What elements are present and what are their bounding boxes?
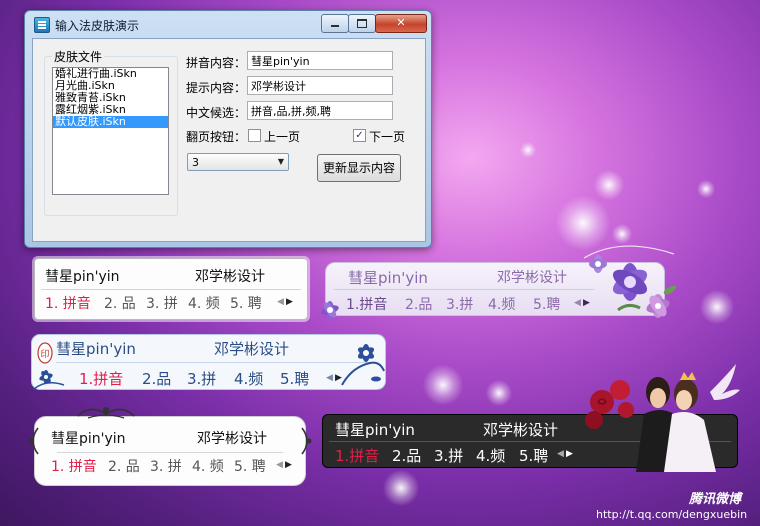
maximize-button[interactable]	[348, 14, 376, 33]
skin-file-group-label: 皮肤文件	[52, 48, 105, 65]
candidate-3[interactable]: 3. 拼	[146, 293, 178, 313]
next-page-checkbox[interactable]: ✓	[353, 129, 366, 142]
candidates-input[interactable]: 拼音,品,拼,频,聘	[247, 101, 393, 120]
divider	[56, 362, 375, 363]
hint-label: 提示内容：	[186, 81, 247, 95]
svg-text:印: 印	[40, 348, 49, 360]
next-page-arrow-icon[interactable]: ▶	[285, 460, 292, 470]
candidate-1[interactable]: 1.拼音	[79, 368, 123, 389]
url-watermark: http://t.qq.com/dengxuebin	[596, 508, 748, 521]
hint-input[interactable]: 邓学彬设计	[247, 76, 393, 95]
candidate-4[interactable]: 4.频	[476, 445, 505, 466]
pinyin-text: 彗星pin'yin	[45, 269, 120, 285]
divider	[334, 289, 594, 290]
page-size-select[interactable]: 3 ▼	[187, 153, 289, 171]
candidate-3[interactable]: 3.拼	[446, 294, 473, 314]
candidate-2[interactable]: 2.品	[142, 368, 171, 389]
bokeh-light	[697, 180, 715, 198]
candidate-1[interactable]: 1. 拼音	[45, 293, 91, 313]
bokeh-light	[594, 170, 624, 200]
next-page-arrow-icon[interactable]: ▶	[286, 297, 293, 307]
candidate-3[interactable]: 3.拼	[434, 445, 463, 466]
prev-page-checkbox[interactable]	[248, 129, 261, 142]
ornament-top-icon	[77, 407, 135, 419]
skin-demo-window: 输入法皮肤演示 皮肤文件 婚礼进行曲.iSkn 月光曲.iSkn 雅致青苔.iS…	[24, 10, 432, 248]
bokeh-light	[383, 470, 419, 506]
purple-flower-decoration	[583, 245, 677, 318]
hint-text: 邓学彬设计	[214, 340, 290, 358]
candidate-5[interactable]: 5. 聘	[230, 293, 262, 313]
candidate-5[interactable]: 5. 聘	[234, 456, 266, 476]
bokeh-light	[700, 290, 734, 324]
hint-text: 邓学彬设计	[197, 431, 267, 447]
candidate-2[interactable]: 2. 品	[104, 293, 136, 313]
blue-floral-corner-icon	[33, 370, 65, 390]
skin-preview-blue-porcelain: 印 彗星pin'yin 邓学彬设计 1.拼音 2.品 3.拼 4.频 5.聘 ◀…	[31, 334, 386, 390]
page-buttons-label: 翻页按钮：	[186, 130, 247, 144]
pinyin-text: 彗星pin'yin	[348, 269, 428, 287]
candidate-2[interactable]: 2.品	[392, 445, 421, 466]
candidate-4[interactable]: 4. 频	[188, 293, 220, 313]
hint-text: 邓学彬设计	[195, 269, 265, 285]
pinyin-label: 拼音内容：	[186, 56, 247, 70]
chevron-down-icon: ▼	[277, 157, 284, 166]
candidate-2[interactable]: 2. 品	[108, 456, 140, 476]
candidate-5[interactable]: 5.聘	[519, 445, 548, 466]
blue-floral-pattern-icon	[341, 344, 385, 386]
candidate-4[interactable]: 4.频	[488, 294, 515, 314]
page-buttons-row: 翻页按钮： 上一页 ✓ 下一页	[186, 125, 426, 145]
window-title: 输入法皮肤演示	[55, 19, 140, 33]
page-size-value: 3	[192, 156, 199, 169]
candidate-1[interactable]: 1. 拼音	[51, 456, 97, 476]
candidate-3[interactable]: 3.拼	[187, 368, 216, 389]
candidate-4[interactable]: 4.频	[234, 368, 263, 389]
candidate-3[interactable]: 3. 拼	[150, 456, 182, 476]
ornament-left-icon	[28, 427, 39, 455]
prev-page-label: 上一页	[264, 130, 301, 144]
bokeh-light	[520, 142, 536, 158]
divider	[41, 289, 301, 290]
window-client-area: 皮肤文件 婚礼进行曲.iSkn 月光曲.iSkn 雅致青苔.iSkn 露红烟紫.…	[32, 38, 426, 242]
prev-page-arrow-icon[interactable]: ◀	[277, 297, 284, 307]
hint-text: 邓学彬设计	[497, 270, 567, 286]
skin-preview-default: 彗星pin'yin 邓学彬设计 1. 拼音 2. 品 3. 拼 4. 频 5. …	[34, 258, 308, 320]
candidates-label: 中文候选：	[186, 106, 247, 120]
skin-file-group: 皮肤文件 婚礼进行曲.iSkn 月光曲.iSkn 雅致青苔.iSkn 露红烟紫.…	[44, 48, 178, 216]
small-flower-decoration	[321, 301, 339, 319]
minimize-button[interactable]	[321, 14, 349, 33]
candidate-1[interactable]: 1.拼音	[346, 294, 387, 314]
app-icon	[34, 17, 50, 33]
bokeh-light	[423, 365, 463, 405]
hint-text: 邓学彬设计	[483, 421, 559, 439]
candidate-2[interactable]: 2.品	[405, 294, 432, 314]
skin-preview-ornate: 彗星pin'yin 邓学彬设计 1. 拼音 2. 品 3. 拼 4. 频 5. …	[34, 416, 306, 486]
prev-page-arrow-icon[interactable]: ◀	[276, 460, 283, 470]
skin-file-list[interactable]: 婚礼进行曲.iSkn 月光曲.iSkn 雅致青苔.iSkn 露红烟紫.iSkn …	[52, 67, 169, 195]
close-button[interactable]	[375, 14, 427, 33]
next-page-label: 下一页	[369, 130, 406, 144]
divider	[57, 452, 283, 453]
pinyin-text: 彗星pin'yin	[335, 421, 415, 439]
candidate-5[interactable]: 5.聘	[280, 368, 309, 389]
prev-page-arrow-icon[interactable]: ◀	[557, 449, 564, 459]
candidate-5[interactable]: 5.聘	[533, 294, 560, 314]
pinyin-text: 彗星pin'yin	[56, 340, 136, 358]
ornament-right-icon	[301, 427, 312, 455]
candidate-4[interactable]: 4. 频	[192, 456, 224, 476]
couple-roses-illustration	[585, 364, 740, 472]
bokeh-light	[486, 380, 512, 406]
title-bar[interactable]: 输入法皮肤演示	[25, 11, 431, 37]
pinyin-text: 彗星pin'yin	[51, 431, 126, 447]
pinyin-input[interactable]: 彗星pin'yin	[247, 51, 393, 70]
brand-watermark: 腾讯微博	[689, 492, 742, 507]
list-item-selected[interactable]: 默认皮肤.iSkn	[53, 116, 168, 128]
refresh-button[interactable]: 更新显示内容	[317, 154, 401, 182]
candidate-1[interactable]: 1.拼音	[335, 445, 379, 466]
